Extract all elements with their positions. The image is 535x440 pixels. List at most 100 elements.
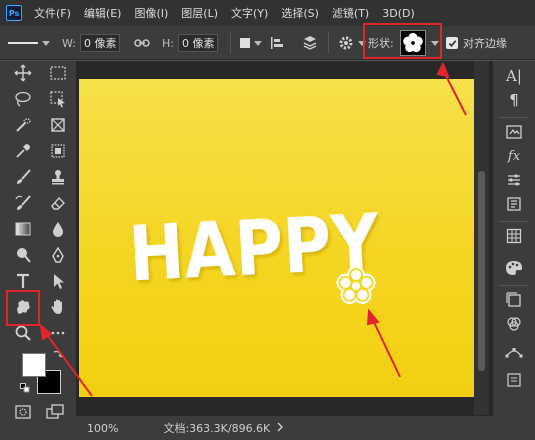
type-tool[interactable] xyxy=(12,270,34,292)
stroke-line-icon xyxy=(8,42,38,44)
object-selection-tool[interactable] xyxy=(47,88,69,110)
path-operations-button[interactable] xyxy=(240,26,262,60)
eyedropper-tool[interactable] xyxy=(12,140,34,162)
marquee-tool[interactable] xyxy=(47,62,69,84)
pen-icon xyxy=(52,246,64,263)
default-colors-icon xyxy=(20,383,30,393)
width-label: W: xyxy=(62,36,76,50)
eyedropper-icon xyxy=(16,144,30,158)
history-icon xyxy=(507,373,521,387)
checkbox-checked xyxy=(446,37,458,49)
canvas-area[interactable]: HAPPY xyxy=(76,61,489,415)
screen-mode-icon xyxy=(46,404,64,419)
menu-3d[interactable]: 3D(D) xyxy=(382,7,415,20)
align-edges-checkbox[interactable]: 对齐边缘 xyxy=(446,26,507,60)
character-panel-button[interactable]: A| xyxy=(501,65,527,87)
swap-colors-button[interactable] xyxy=(52,348,64,363)
layers-icon xyxy=(506,292,521,307)
libraries-icon xyxy=(506,125,522,139)
dodge-icon xyxy=(17,248,31,263)
stroke-type-picker[interactable] xyxy=(8,26,50,60)
height-field[interactable]: 0 像素 xyxy=(177,34,219,52)
frame-tool[interactable] xyxy=(47,140,69,162)
tools-panel-footer xyxy=(0,428,76,440)
checkmark-icon xyxy=(448,39,456,47)
foreground-color-swatch[interactable] xyxy=(22,353,46,377)
type-icon xyxy=(17,273,29,288)
menu-type[interactable]: 文字(Y) xyxy=(231,5,268,21)
quick-mask-icon xyxy=(15,405,31,419)
move-tool[interactable] xyxy=(12,62,34,84)
styles-panel-button[interactable]: fx xyxy=(501,145,527,167)
menu-bar: Ps 文件(F) 编辑(E) 图像(I) 图层(L) 文字(Y) 选择(S) 滤… xyxy=(0,0,535,26)
marquee-icon xyxy=(50,66,66,80)
ellipsis-icon xyxy=(51,331,65,335)
document-canvas[interactable]: HAPPY xyxy=(79,79,486,397)
brush-tool[interactable] xyxy=(12,166,34,188)
width-field[interactable]: 0 像素 xyxy=(79,34,121,52)
history-brush-icon xyxy=(15,195,31,210)
stamp-icon xyxy=(52,170,64,185)
menu-layer[interactable]: 图层(L) xyxy=(181,5,218,21)
chevron-right-icon xyxy=(277,422,284,431)
hand-tool[interactable] xyxy=(47,296,69,318)
channels-panel-button[interactable] xyxy=(501,313,527,335)
properties-icon xyxy=(507,197,521,211)
link-icon xyxy=(134,39,150,47)
paths-panel-button[interactable] xyxy=(501,341,527,363)
lasso-icon xyxy=(15,91,31,107)
channels-icon xyxy=(507,317,521,331)
paragraph-panel-button[interactable]: ¶ xyxy=(501,89,527,111)
height-label: H: xyxy=(162,36,174,50)
path-arrangement-button[interactable] xyxy=(302,26,318,60)
menu-image[interactable]: 图像(I) xyxy=(134,5,168,21)
divider xyxy=(499,117,529,118)
zoom-level[interactable]: 100% xyxy=(87,422,118,435)
vertical-scrollbar[interactable] xyxy=(474,61,489,415)
quick-selection-tool[interactable] xyxy=(12,114,34,136)
path-alignment-button[interactable] xyxy=(270,26,284,60)
scroll-thumb[interactable] xyxy=(478,171,485,371)
arrange-icon xyxy=(303,36,317,50)
gear-icon xyxy=(339,36,353,50)
blur-tool[interactable] xyxy=(47,218,69,240)
pen-tool[interactable] xyxy=(47,244,69,266)
dodge-tool[interactable] xyxy=(12,244,34,266)
crop-tool[interactable] xyxy=(47,114,69,136)
libraries-panel-button[interactable] xyxy=(501,121,527,143)
eraser-tool[interactable] xyxy=(47,192,69,214)
right-panel: A| ¶ fx xyxy=(493,61,535,440)
link-dimensions-button[interactable] xyxy=(134,26,150,60)
swatches-panel-button[interactable] xyxy=(501,225,527,247)
lasso-tool[interactable] xyxy=(12,88,34,110)
status-bar: 100% 文档:363.3K/896.6K xyxy=(76,415,493,440)
history-brush-tool[interactable] xyxy=(12,192,34,214)
properties-panel-button[interactable] xyxy=(501,193,527,215)
stamp-tool[interactable] xyxy=(47,166,69,188)
gradient-tool[interactable] xyxy=(12,218,34,240)
path-selection-tool[interactable] xyxy=(47,270,69,292)
menu-edit[interactable]: 编辑(E) xyxy=(84,5,122,21)
divider xyxy=(499,285,529,286)
paragraph-icon: ¶ xyxy=(509,91,519,109)
layers-panel-button[interactable] xyxy=(501,289,527,311)
more-tools-button[interactable] xyxy=(47,322,69,344)
default-colors-button[interactable] xyxy=(20,383,30,396)
status-menu-button[interactable] xyxy=(276,422,284,435)
menu-filter[interactable]: 滤镜(T) xyxy=(332,5,369,21)
brush-icon xyxy=(17,169,31,184)
canvas-artwork: HAPPY xyxy=(127,196,382,304)
menu-select[interactable]: 选择(S) xyxy=(281,5,319,21)
fx-icon: fx xyxy=(507,148,521,164)
settings-button[interactable] xyxy=(338,26,366,60)
width-value: 0 像素 xyxy=(83,37,117,50)
move-icon xyxy=(14,64,32,82)
history-panel-button[interactable] xyxy=(501,369,527,391)
sliders-icon xyxy=(508,174,520,186)
color-panel-button[interactable] xyxy=(501,257,527,279)
adjustments-panel-button[interactable] xyxy=(501,169,527,191)
document-info[interactable]: 文档:363.3K/896.6K xyxy=(163,420,270,436)
screen-mode-button[interactable] xyxy=(44,401,66,423)
menu-file[interactable]: 文件(F) xyxy=(34,5,71,21)
quick-mask-button[interactable] xyxy=(12,401,34,423)
